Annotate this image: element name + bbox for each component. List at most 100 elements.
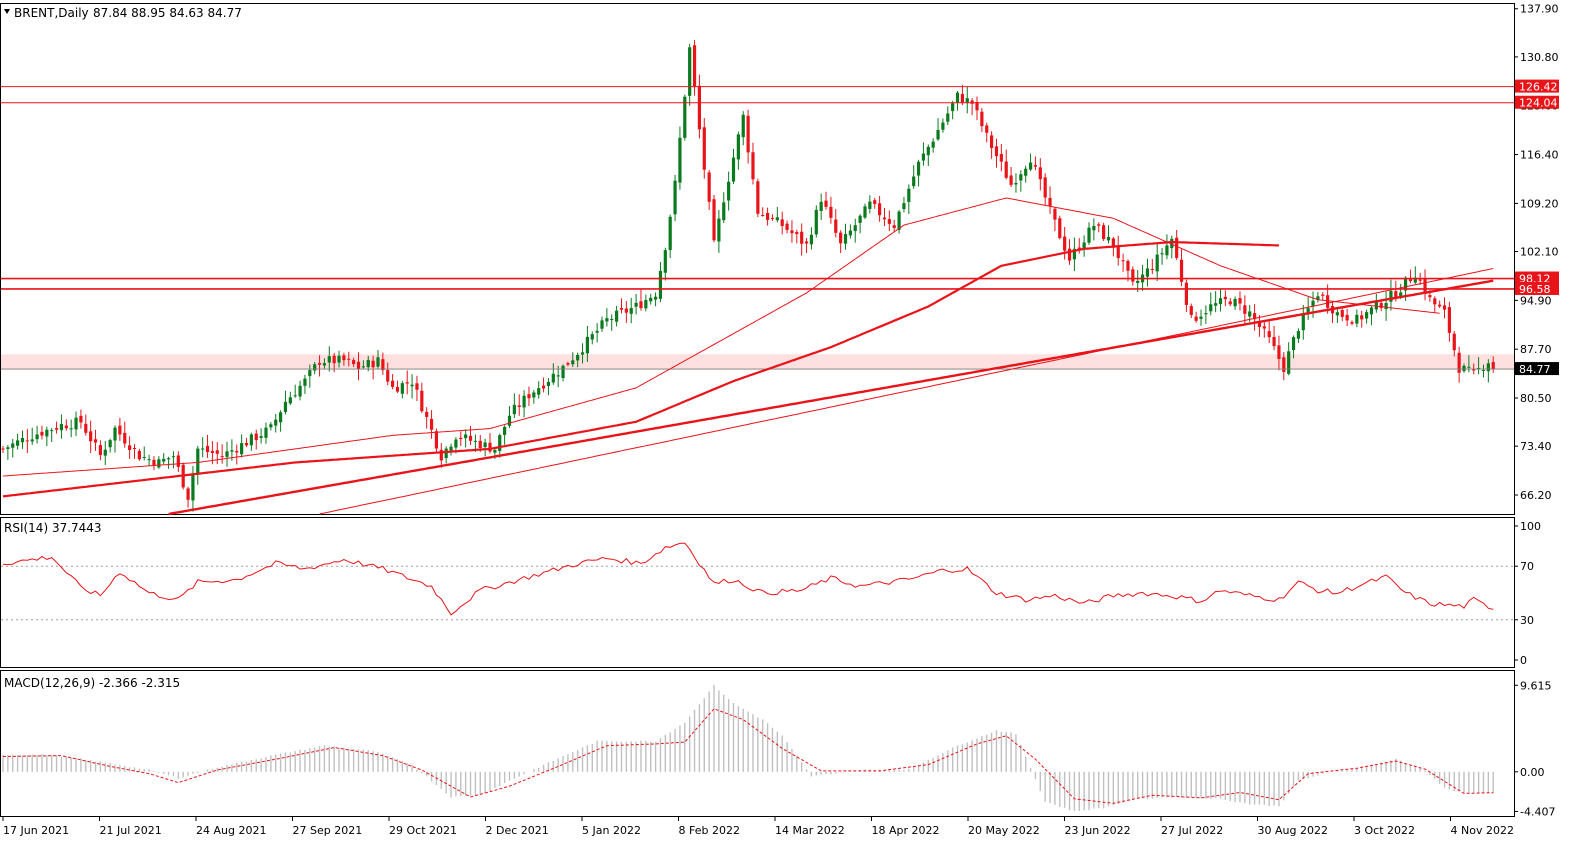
candle-body[interactable]: [1004, 161, 1008, 178]
candle-body[interactable]: [1272, 336, 1276, 347]
candle-body[interactable]: [717, 218, 721, 242]
candle-body[interactable]: [132, 447, 137, 449]
candle-body[interactable]: [128, 445, 132, 450]
candle-body[interactable]: [1184, 282, 1189, 305]
candle-body[interactable]: [503, 426, 507, 435]
candle-body[interactable]: [98, 445, 102, 456]
candle-body[interactable]: [955, 92, 960, 103]
candle-body[interactable]: [1438, 304, 1442, 307]
candle-body[interactable]: [1433, 298, 1437, 305]
candle-body[interactable]: [1199, 316, 1203, 319]
candle-body[interactable]: [527, 394, 531, 399]
candle-body[interactable]: [123, 432, 127, 444]
candle-body[interactable]: [30, 439, 34, 442]
candle-body[interactable]: [507, 415, 512, 426]
candle-body[interactable]: [478, 440, 482, 449]
candle-body[interactable]: [517, 405, 521, 407]
candle-body[interactable]: [1150, 268, 1154, 270]
candle-body[interactable]: [615, 310, 619, 322]
candle-body[interactable]: [1048, 197, 1052, 207]
candle-body[interactable]: [283, 401, 288, 413]
candle-body[interactable]: [1233, 298, 1237, 307]
candle-body[interactable]: [673, 180, 677, 215]
candle-body[interactable]: [176, 455, 180, 467]
candle-body[interactable]: [395, 386, 400, 392]
candle-body[interactable]: [54, 428, 59, 430]
candle-body[interactable]: [240, 443, 244, 455]
candle-body[interactable]: [1467, 366, 1471, 368]
candle-body[interactable]: [985, 125, 989, 133]
candle-body[interactable]: [1340, 309, 1344, 317]
candle-body[interactable]: [1214, 303, 1218, 306]
candle-body[interactable]: [1189, 306, 1193, 315]
candle-body[interactable]: [829, 206, 833, 218]
candle-body[interactable]: [1291, 337, 1296, 351]
candle-body[interactable]: [644, 300, 648, 309]
candle-body[interactable]: [975, 102, 979, 111]
candle-body[interactable]: [702, 127, 706, 170]
candle-body[interactable]: [366, 359, 370, 368]
candle-body[interactable]: [965, 98, 969, 103]
candle-body[interactable]: [142, 456, 146, 458]
candle-body[interactable]: [1447, 307, 1451, 333]
candle-body[interactable]: [1384, 303, 1388, 310]
candle-body[interactable]: [215, 450, 219, 454]
candle-body[interactable]: [590, 334, 594, 340]
candle-body[interactable]: [746, 115, 750, 153]
candle-body[interactable]: [118, 425, 122, 435]
candle-body[interactable]: [1063, 236, 1067, 251]
candle-body[interactable]: [84, 423, 88, 433]
candle-body[interactable]: [1369, 307, 1374, 315]
candle-body[interactable]: [887, 219, 891, 224]
candle-body[interactable]: [171, 456, 176, 458]
candle-body[interactable]: [449, 446, 453, 451]
candle-body[interactable]: [1145, 268, 1150, 277]
candle-body[interactable]: [322, 363, 327, 366]
candle-body[interactable]: [93, 439, 98, 443]
candle-body[interactable]: [1116, 245, 1120, 259]
candle-body[interactable]: [941, 122, 945, 130]
candle-body[interactable]: [1204, 313, 1208, 315]
candle-body[interactable]: [999, 154, 1003, 162]
candle-body[interactable]: [249, 434, 253, 446]
candle-body[interactable]: [1452, 333, 1456, 351]
candle-body[interactable]: [688, 47, 692, 96]
candle-body[interactable]: [1238, 298, 1242, 304]
candle-body[interactable]: [697, 85, 702, 130]
candle-body[interactable]: [308, 370, 312, 377]
candle-body[interactable]: [921, 153, 926, 161]
candle-body[interactable]: [585, 336, 589, 354]
candle-body[interactable]: [386, 370, 390, 382]
candle-body[interactable]: [454, 439, 458, 448]
candle-body[interactable]: [916, 161, 921, 176]
candle-body[interactable]: [220, 456, 224, 458]
candle-body[interactable]: [780, 219, 784, 226]
candle-body[interactable]: [951, 103, 955, 112]
candle-body[interactable]: [254, 433, 258, 441]
candle-body[interactable]: [600, 320, 604, 329]
candle-body[interactable]: [483, 442, 487, 448]
candle-body[interactable]: [230, 450, 234, 452]
candle-body[interactable]: [244, 442, 249, 446]
candle-body[interactable]: [980, 111, 984, 127]
candle-body[interactable]: [269, 424, 273, 428]
candle-body[interactable]: [994, 146, 999, 157]
candle-body[interactable]: [653, 296, 658, 300]
candle-body[interactable]: [352, 360, 356, 365]
candle-body[interactable]: [1486, 363, 1490, 372]
candle-body[interactable]: [912, 176, 916, 187]
candle-body[interactable]: [459, 437, 463, 440]
candle-body[interactable]: [634, 302, 638, 307]
candle-body[interactable]: [668, 216, 672, 251]
candle-body[interactable]: [288, 397, 292, 404]
candle-body[interactable]: [317, 363, 322, 365]
candle-body[interactable]: [824, 200, 828, 207]
candle-body[interactable]: [59, 424, 64, 431]
candle-body[interactable]: [1481, 369, 1486, 371]
candle-body[interactable]: [1428, 295, 1432, 298]
candle-body[interactable]: [1345, 314, 1349, 321]
candle-body[interactable]: [35, 434, 39, 440]
candle-body[interactable]: [1326, 295, 1330, 308]
candle-body[interactable]: [727, 181, 731, 201]
candle-body[interactable]: [1365, 312, 1369, 319]
